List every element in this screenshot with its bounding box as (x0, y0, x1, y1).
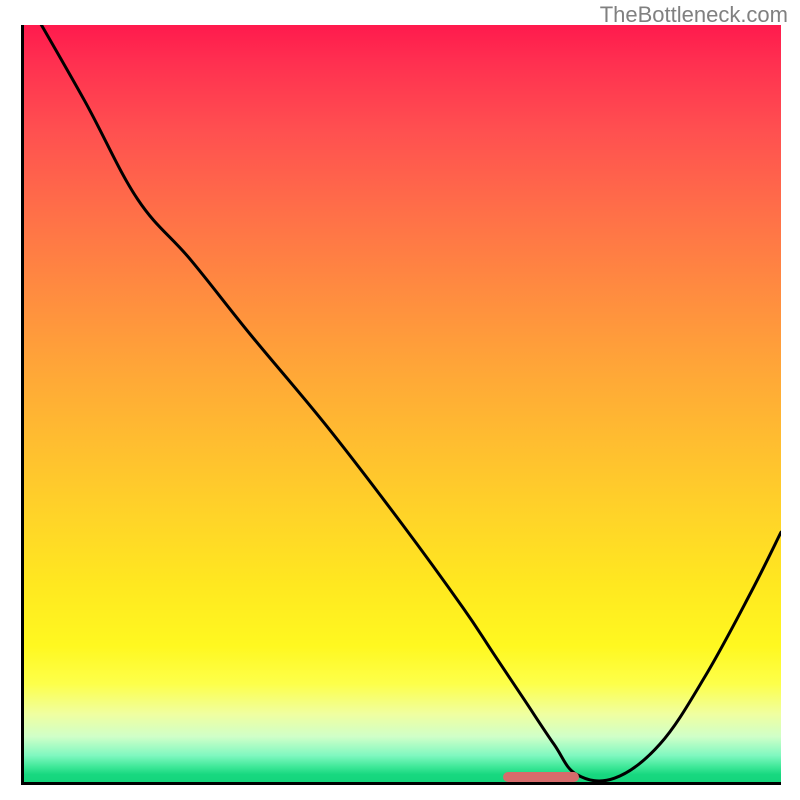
plot-area (21, 25, 781, 785)
curve-svg (24, 25, 781, 782)
optimal-range-marker (503, 772, 579, 782)
bottleneck-chart: TheBottleneck.com (0, 0, 800, 800)
bottleneck-curve-path (24, 25, 781, 781)
